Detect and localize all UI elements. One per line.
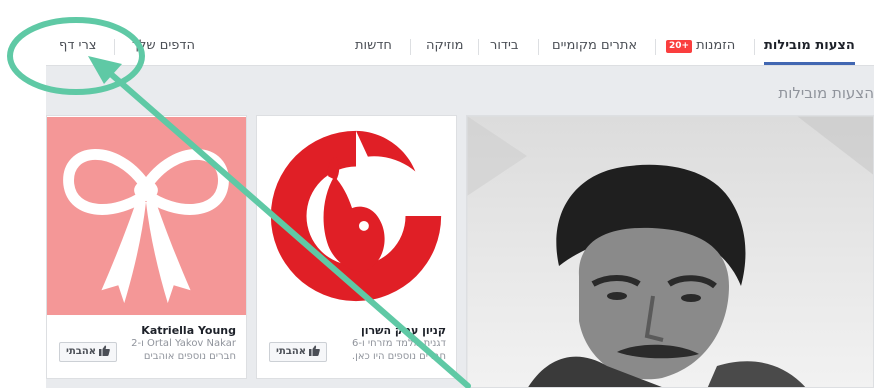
suggestion-card[interactable]: קניון עמק השרון דגנית מלמד מזרחי ו-6 חבר…: [256, 115, 457, 379]
tab-entertainment[interactable]: בידור: [490, 28, 518, 65]
card-title[interactable]: קניון עמק השרון: [361, 324, 446, 337]
card-social-line: חברים נוספים היו כאן.: [351, 351, 446, 362]
like-label: אהבתי: [66, 346, 97, 357]
card-social-line: Ortal Yakov Nakar ו-2: [131, 338, 236, 349]
portrait-photo[interactable]: [467, 116, 874, 388]
like-button[interactable]: אהבתי: [59, 342, 118, 362]
tab-invites[interactable]: הזמנות+20: [666, 28, 735, 65]
nav-separator: [114, 39, 115, 55]
create-page-label: צרי דף: [59, 38, 97, 53]
invites-count-badge: +20: [666, 40, 693, 53]
card-social-line: חברים נוספים אוהבים: [143, 351, 236, 362]
tab-local-places[interactable]: אתרים מקומיים: [552, 28, 637, 65]
tab-label: אתרים מקומיים: [552, 38, 638, 53]
create-page-link[interactable]: צרי דף: [59, 28, 97, 65]
like-button[interactable]: אהבתי: [269, 342, 328, 362]
screenshot: צרי דף הדפים שלך חדשות מוזיקה בידור אתרי…: [0, 0, 874, 388]
nav-separator: [655, 39, 656, 55]
tab-news[interactable]: חדשות: [355, 28, 392, 65]
suggestion-card[interactable]: Katriella Young Ortal Yakov Nakar ו-2 חב…: [46, 115, 247, 379]
tab-music[interactable]: מוזיקה: [426, 28, 464, 65]
thumbs-up-icon: [309, 345, 320, 356]
tab-label: בידור: [490, 38, 519, 53]
nav-separator: [410, 39, 411, 55]
tab-label: הצעות מובילות: [764, 38, 855, 53]
left-white-strip: [0, 0, 46, 388]
nav-separator: [478, 39, 479, 55]
card-title[interactable]: Katriella Young: [141, 324, 236, 337]
tab-top-suggestions[interactable]: הצעות מובילות: [764, 28, 855, 65]
tab-label: הזמנות: [696, 38, 736, 53]
mall-logo-image[interactable]: [257, 116, 456, 316]
section-title: הצעות מובילות: [778, 84, 874, 102]
nav-separator: [754, 39, 755, 55]
tab-label: מוזיקה: [426, 38, 464, 53]
pages-nav-bar: צרי דף הדפים שלך חדשות מוזיקה בידור אתרי…: [46, 28, 874, 66]
your-pages-link[interactable]: הדפים שלך: [132, 28, 195, 65]
bow-image[interactable]: [47, 116, 246, 316]
your-pages-label: הדפים שלך: [132, 38, 195, 53]
like-label: אהבתי: [276, 346, 307, 357]
tab-label: חדשות: [355, 38, 392, 53]
nav-separator: [538, 39, 539, 55]
top-white-strip: [0, 0, 874, 28]
card-social-line: דגנית מלמד מזרחי ו-6: [351, 338, 446, 349]
featured-suggestion-card[interactable]: [466, 115, 874, 388]
thumbs-up-icon: [99, 345, 110, 356]
